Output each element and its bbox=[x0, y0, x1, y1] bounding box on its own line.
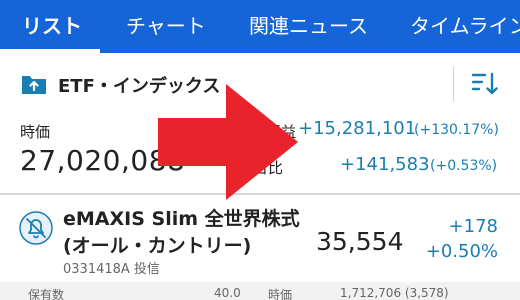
tab-related-news[interactable]: 関連ニュース bbox=[249, 0, 368, 53]
profit-value: +15,281,101 bbox=[298, 118, 417, 139]
header-divider bbox=[453, 67, 454, 101]
market-value-label: 時価 bbox=[268, 288, 293, 300]
day-over-day-pct: (+0.53%) bbox=[430, 158, 498, 174]
fund-change-pct: +0.50% bbox=[425, 241, 498, 262]
holdings-label: 保有数 bbox=[28, 288, 65, 300]
market-value: 1,712,706 (3,578) bbox=[340, 286, 449, 300]
holdings-value: 40.0 bbox=[214, 286, 241, 300]
price-label: 時価 bbox=[20, 123, 51, 141]
tab-bar: リスト チャート 関連ニュース タイムライン bbox=[0, 0, 520, 53]
profit-pct: (+130.17%) bbox=[414, 122, 499, 138]
tab-timeline[interactable]: タイムライン bbox=[410, 0, 520, 53]
tab-list[interactable]: リスト bbox=[22, 0, 82, 53]
fund-name-line1: eMAXIS Slim 全世界株式 bbox=[63, 208, 300, 230]
fund-name[interactable]: eMAXIS Slim 全世界株式 (オール・カントリー) bbox=[63, 206, 300, 260]
fund-price: 35,554 bbox=[316, 227, 404, 256]
fund-change: +178 bbox=[448, 216, 498, 237]
sort-descending-icon[interactable] bbox=[470, 70, 500, 98]
folder-upload-icon[interactable] bbox=[21, 73, 47, 95]
red-arrow-icon bbox=[158, 84, 298, 200]
holdings-row: 保有数 40.0 時価 1,712,706 (3,578) bbox=[0, 282, 520, 300]
tab-chart[interactable]: チャート bbox=[126, 0, 206, 53]
fund-code: 0331418A 投信 bbox=[63, 262, 160, 277]
day-over-day-value: +141,583 bbox=[340, 154, 430, 175]
fund-name-line2: (オール・カントリー) bbox=[63, 235, 252, 257]
active-tab-indicator bbox=[0, 49, 100, 53]
bell-off-icon[interactable] bbox=[18, 210, 54, 246]
